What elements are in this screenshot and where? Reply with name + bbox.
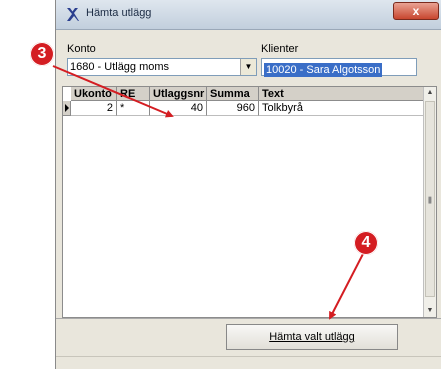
arrow-3 (52, 65, 174, 118)
arrow-4 (329, 251, 365, 320)
callout-marker-4: 4 (354, 231, 378, 255)
annotation-arrows (52, 65, 365, 320)
callout-marker-3: 3 (30, 42, 54, 66)
